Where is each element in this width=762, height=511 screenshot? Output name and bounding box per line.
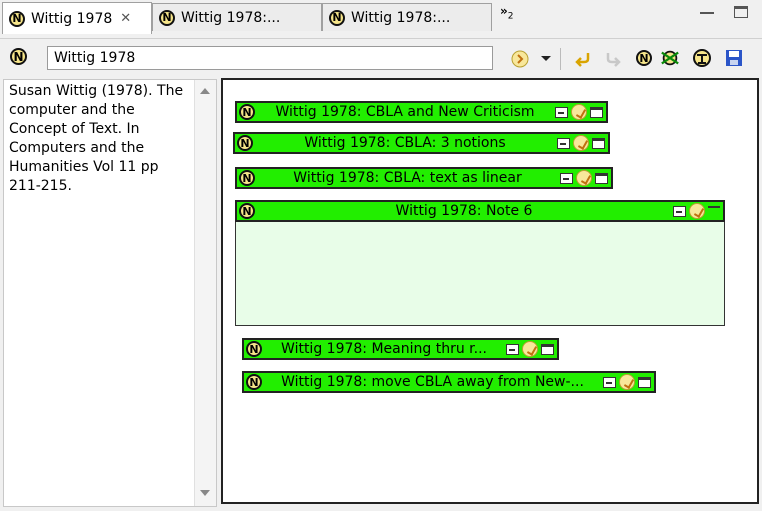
- maximize-button[interactable]: [734, 6, 748, 18]
- link-icon[interactable]: [603, 376, 616, 388]
- tree-icon[interactable]: [692, 48, 712, 68]
- note-icon: N: [237, 135, 253, 151]
- chevron-right-icon: »: [500, 4, 508, 18]
- expand-icon[interactable]: [592, 137, 605, 149]
- link-icon[interactable]: [673, 205, 686, 217]
- citation-panel[interactable]: Susan Wittig (1978). The computer and th…: [3, 79, 217, 507]
- note-title[interactable]: Wittig 1978: Meaning thru r...: [262, 341, 506, 357]
- hoist-icon[interactable]: [522, 341, 538, 357]
- close-icon[interactable]: ✕: [120, 11, 131, 26]
- expand-icon[interactable]: [638, 376, 651, 388]
- minimize-button[interactable]: [700, 6, 714, 14]
- note-cbla-new-criticism[interactable]: N Wittig 1978: CBLA and New Criticism: [235, 101, 608, 123]
- note-cbla-text-as-linear[interactable]: N Wittig 1978: CBLA: text as linear: [235, 167, 613, 189]
- link-icon[interactable]: [557, 137, 570, 149]
- note-title-field[interactable]: [47, 46, 493, 70]
- editor-tab-bar: N Wittig 1978 ✕ N Wittig 1978:... N Witt…: [0, 0, 762, 34]
- note-move-cbla-away[interactable]: N Wittig 1978: move CBLA away from New-.…: [242, 371, 656, 393]
- collapse-icon[interactable]: [708, 206, 720, 208]
- dropdown-icon[interactable]: [536, 48, 556, 68]
- hoist-icon[interactable]: [576, 170, 592, 186]
- note-note-6[interactable]: N Wittig 1978: Note 6: [235, 200, 725, 222]
- save-icon[interactable]: [724, 48, 744, 68]
- note-icon: N: [246, 341, 262, 357]
- note-title[interactable]: Wittig 1978: move CBLA away from New-...: [262, 374, 603, 390]
- hoist-icon[interactable]: [573, 135, 589, 151]
- hoist-icon[interactable]: [510, 48, 530, 68]
- note-toolbar: N N: [0, 38, 762, 76]
- forward-icon[interactable]: [604, 48, 624, 68]
- note-icon: N: [159, 9, 175, 26]
- note-icon: N: [239, 170, 255, 186]
- citation-text[interactable]: Susan Wittig (1978). The computer and th…: [9, 82, 193, 196]
- note-icon[interactable]: N: [634, 48, 654, 68]
- note-icon: N: [9, 10, 25, 27]
- note-icon: N: [10, 48, 27, 65]
- note-title[interactable]: Wittig 1978: CBLA and New Criticism: [255, 104, 555, 120]
- note-cbla-3-notions[interactable]: N Wittig 1978: CBLA: 3 notions: [233, 132, 610, 154]
- link-icon[interactable]: [555, 106, 568, 118]
- hoist-icon[interactable]: [689, 203, 705, 219]
- tab-wittig-1978-2[interactable]: N Wittig 1978:...: [152, 3, 322, 31]
- back-icon[interactable]: [572, 48, 592, 68]
- link-icon[interactable]: [560, 172, 573, 184]
- overflow-count: 2: [507, 11, 514, 22]
- note-icon: N: [329, 9, 345, 26]
- scroll-down-icon[interactable]: [200, 490, 210, 496]
- hoist-icon[interactable]: [619, 374, 635, 390]
- note-icon: N: [239, 104, 255, 120]
- tab-overflow-button[interactable]: »2: [500, 4, 514, 21]
- tab-wittig-1978[interactable]: N Wittig 1978 ✕: [2, 2, 152, 34]
- tab-label: Wittig 1978:...: [181, 9, 281, 26]
- tab-label: Wittig 1978: [31, 10, 113, 27]
- tab-label: Wittig 1978:...: [351, 9, 451, 26]
- toolbar-separator: [560, 48, 561, 70]
- note-meaning-thru[interactable]: N Wittig 1978: Meaning thru r...: [242, 338, 559, 360]
- note-6-body[interactable]: [235, 222, 725, 326]
- disconnect-icon[interactable]: [660, 48, 680, 68]
- map-canvas[interactable]: N Wittig 1978: CBLA and New Criticism N …: [221, 78, 759, 504]
- note-glyph: N: [636, 50, 652, 66]
- note-title[interactable]: Wittig 1978: CBLA: text as linear: [255, 170, 560, 186]
- expand-icon[interactable]: [590, 106, 603, 118]
- note-title[interactable]: Wittig 1978: CBLA: 3 notions: [253, 135, 557, 151]
- tab-wittig-1978-3[interactable]: N Wittig 1978:...: [322, 3, 492, 31]
- hoist-icon[interactable]: [571, 104, 587, 120]
- note-title[interactable]: Wittig 1978: Note 6: [255, 203, 673, 219]
- scroll-up-icon[interactable]: [200, 88, 210, 94]
- note-icon: N: [246, 374, 262, 390]
- expand-icon[interactable]: [541, 343, 554, 355]
- link-icon[interactable]: [506, 343, 519, 355]
- note-icon: N: [239, 203, 255, 219]
- expand-icon[interactable]: [595, 172, 608, 184]
- vertical-scrollbar[interactable]: [194, 80, 216, 506]
